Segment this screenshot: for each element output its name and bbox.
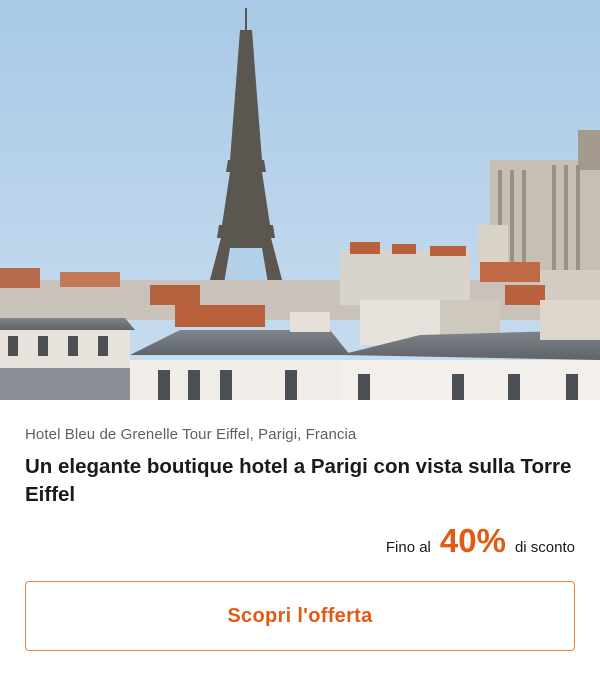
discount-suffix: di sconto xyxy=(514,539,575,556)
discover-offer-button[interactable]: Scopri l'offerta xyxy=(25,581,575,651)
hero-image[interactable] xyxy=(0,0,600,400)
offer-title[interactable]: Un elegante boutique hotel a Parigi con … xyxy=(25,453,575,509)
discount-prefix: Fino al xyxy=(385,539,431,556)
left-building xyxy=(0,318,135,370)
offer-card[interactable]: Hotel Bleu de Grenelle Tour Eiffel, Pari… xyxy=(0,0,600,676)
hotel-location: Hotel Bleu de Grenelle Tour Eiffel, Pari… xyxy=(25,426,357,443)
discount-value: 40% xyxy=(439,522,506,559)
discount-badge: Fino al 40% di sconto xyxy=(386,522,575,560)
